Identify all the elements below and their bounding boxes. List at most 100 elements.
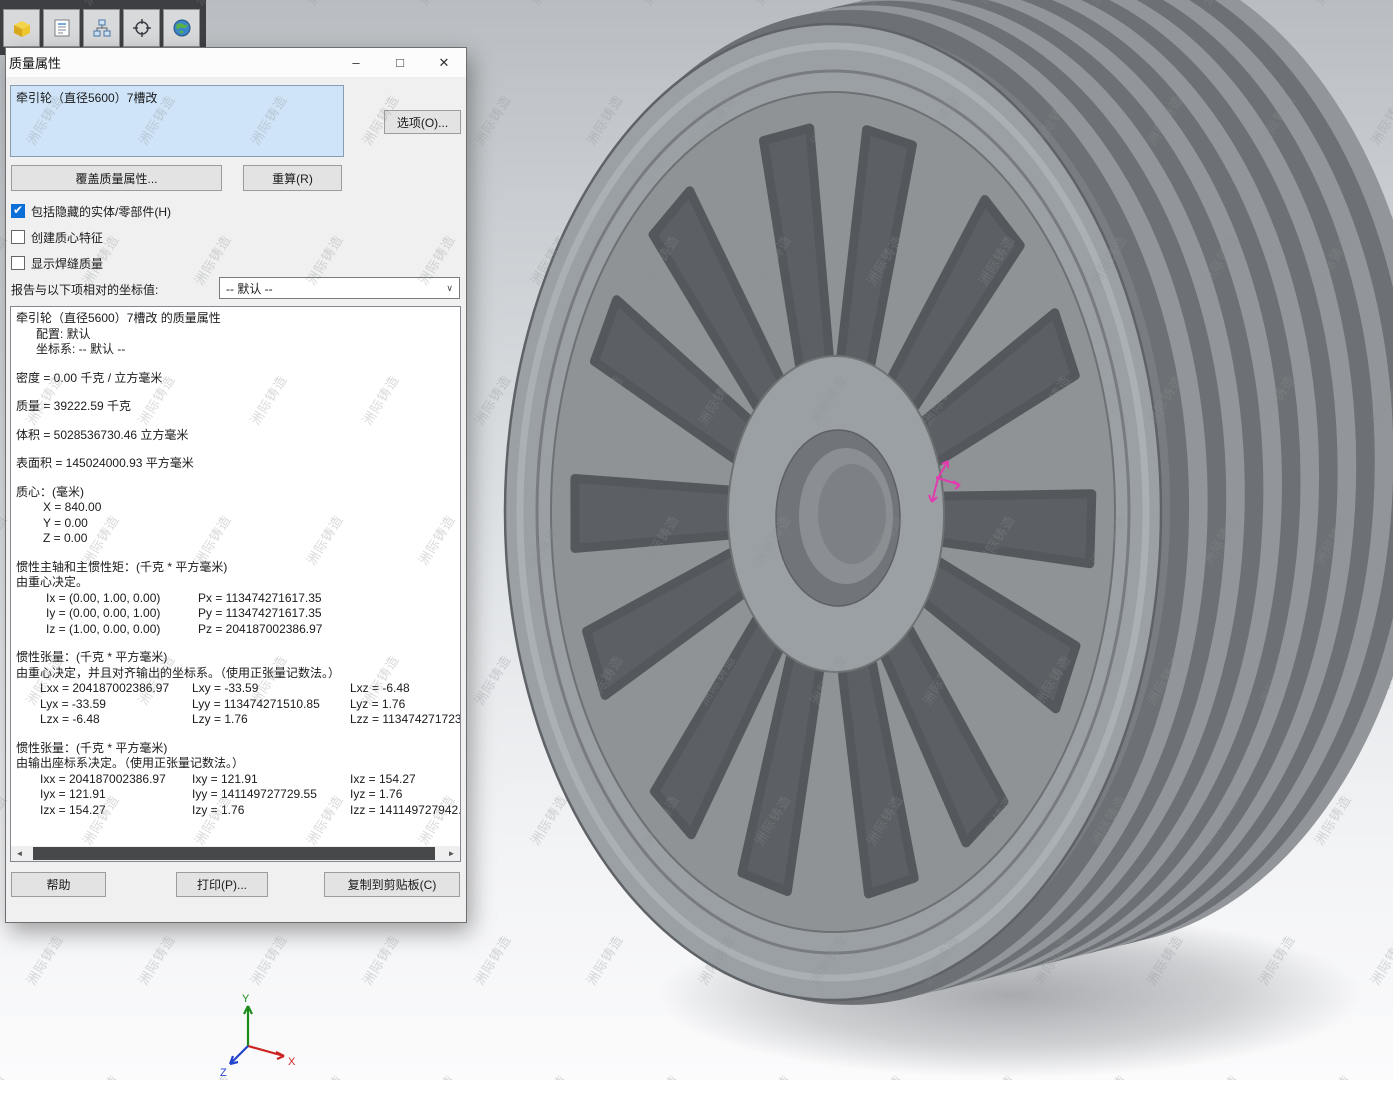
value-cell: Lxz = -6.48: [350, 681, 410, 697]
value-cell: Lzz = 113474271723.8: [350, 712, 461, 728]
horizontal-scrollbar[interactable]: ◄ ►: [11, 846, 460, 861]
checkbox-create-com-feature[interactable]: 创建质心特征: [11, 228, 103, 246]
scrollbar-thumb[interactable]: [33, 847, 435, 860]
part-name-input[interactable]: 牵引轮（直径5600）7槽改: [10, 85, 344, 157]
value-cell: Ix = (0.00, 1.00, 0.00): [46, 591, 198, 607]
value-cell: Lxx = 204187002386.97: [40, 681, 192, 697]
value-cell: Ixy = 121.91: [192, 772, 350, 788]
scroll-left-icon[interactable]: ◄: [13, 849, 26, 858]
spacer: [16, 637, 455, 650]
spacer: [16, 358, 455, 371]
close-button[interactable]: ✕: [422, 48, 466, 77]
checkbox-label: 包括隐藏的实体/零部件(H): [31, 203, 171, 220]
result-line: 由重心决定。: [16, 575, 455, 591]
value-cell: Lyy = 113474271510.85: [192, 697, 350, 713]
wheel-front-face: [505, 24, 1161, 1000]
value-cell: Py = 113474271617.35: [198, 606, 322, 622]
spacer: [16, 443, 455, 456]
result-line: 惯性主轴和主惯性矩：(千克 * 平方毫米): [16, 560, 455, 576]
help-button[interactable]: 帮助: [11, 872, 106, 897]
chevron-down-icon: ∨: [446, 283, 453, 294]
hub-bore-hole: [818, 464, 886, 564]
checkbox-icon[interactable]: [11, 204, 25, 218]
value-cell: Izy = 1.76: [192, 803, 350, 819]
result-line: Y = 0.00: [16, 516, 455, 532]
result-line: Ixx = 204187002386.97 Ixy = 121.91 Ixz =…: [16, 772, 455, 788]
copy-to-clipboard-button[interactable]: 复制到剪贴板(C): [324, 872, 460, 897]
report-coords-label: 报告与以下项相对的坐标值:: [11, 281, 158, 298]
spacer: [16, 547, 455, 560]
part-button[interactable]: [3, 9, 40, 47]
value-cell: Lyz = 1.76: [350, 697, 405, 713]
spacer: [16, 415, 455, 428]
value-cell: Iz = (1.00, 0.00, 0.00): [46, 622, 198, 638]
assembly-structure-button[interactable]: [83, 9, 120, 47]
result-line: Iy = (0.00, 0.00, 1.00) Py = 11347427161…: [16, 606, 455, 622]
checkbox-label: 显示焊缝质量: [31, 255, 103, 272]
result-line: 由重心决定，并且对齐输出的坐标系。（使用正张量记数法。）: [16, 666, 455, 682]
results-panel[interactable]: 牵引轮（直径5600）7槽改 的质量属性 配置: 默认 坐标系: -- 默认 -…: [10, 306, 461, 862]
triad-y-label: Y: [242, 993, 250, 1005]
scroll-right-icon[interactable]: ►: [445, 849, 458, 858]
coordinate-system-dropdown[interactable]: -- 默认 -- ∨: [219, 277, 460, 299]
result-line: 惯性张量：(千克 * 平方毫米): [16, 650, 455, 666]
spoke-window: [575, 479, 733, 549]
mass-properties-button[interactable]: [43, 9, 80, 47]
result-line: 质心：(毫米): [16, 485, 455, 501]
result-line: 密度 = 0.00 千克 / 立方毫米: [16, 371, 455, 387]
value-cell: Pz = 204187002386.97: [198, 622, 322, 638]
spacer: [16, 386, 455, 399]
dialog-title: 质量属性: [6, 53, 61, 72]
result-line: Iyx = 121.91 Iyy = 141149727729.55 Iyz =…: [16, 787, 455, 803]
result-line: 表面积 = 145024000.93 平方毫米: [16, 456, 455, 472]
dialog-titlebar[interactable]: 质量属性 – □ ✕: [6, 48, 466, 78]
value-cell: Izz = 141149727942.5: [350, 803, 461, 819]
spacer: [16, 472, 455, 485]
checkbox-icon[interactable]: [11, 256, 25, 270]
render-globe-icon: [171, 17, 193, 39]
value-cell: Iy = (0.00, 0.00, 1.00): [46, 606, 198, 622]
mass-properties-dialog: 质量属性 – □ ✕ 牵引轮（直径5600）7槽改 选项(O)... 覆盖质量属…: [5, 47, 467, 923]
value-cell: Izx = 154.27: [40, 803, 192, 819]
options-button[interactable]: 选项(O)...: [384, 110, 461, 134]
result-line: 由输出座标系决定。（使用正张量记数法。）: [16, 756, 455, 772]
result-line: 质量 = 39222.59 千克: [16, 399, 455, 415]
value-cell: Ixx = 204187002386.97: [40, 772, 192, 788]
result-line: Izx = 154.27 Izy = 1.76 Izz = 1411497279…: [16, 803, 455, 819]
window-controls: – □ ✕: [334, 48, 466, 77]
value-cell: Px = 113474271617.35: [198, 591, 322, 607]
section-button[interactable]: [123, 9, 160, 47]
mass-properties-icon: [51, 17, 73, 39]
checkbox-show-weld-mass[interactable]: 显示焊缝质量: [11, 254, 103, 272]
recalculate-button[interactable]: 重算(R): [243, 165, 342, 191]
value-cell: Lyx = -33.59: [40, 697, 192, 713]
result-line: 坐标系: -- 默认 --: [16, 342, 455, 358]
maximize-button[interactable]: □: [378, 48, 422, 77]
result-line: Lxx = 204187002386.97 Lxy = -33.59 Lxz =…: [16, 681, 455, 697]
result-line: Z = 0.00: [16, 531, 455, 547]
override-mass-properties-button[interactable]: 覆盖质量属性...: [11, 165, 222, 191]
value-cell: Ixz = 154.27: [350, 772, 416, 788]
spacer: [16, 728, 455, 741]
value-cell: Lxy = -33.59: [192, 681, 350, 697]
checkbox-icon[interactable]: [11, 230, 25, 244]
dropdown-value: -- 默认 --: [226, 280, 273, 297]
part-icon: [11, 17, 33, 39]
triad-x-label: X: [288, 1056, 296, 1068]
result-line: X = 840.00: [16, 500, 455, 516]
result-line: 牵引轮（直径5600）7槽改 的质量属性: [16, 311, 455, 327]
result-line: 体积 = 5028536730.46 立方毫米: [16, 428, 455, 444]
render-globe-button[interactable]: [163, 9, 200, 47]
checkbox-include-hidden[interactable]: 包括隐藏的实体/零部件(H): [11, 202, 171, 220]
value-cell: Iyz = 1.76: [350, 787, 402, 803]
view-orientation-triad: Y X Z: [200, 990, 320, 1080]
checkbox-label: 创建质心特征: [31, 229, 103, 246]
result-line: Iz = (1.00, 0.00, 0.00) Pz = 20418700238…: [16, 622, 455, 638]
print-button[interactable]: 打印(P)...: [176, 872, 268, 897]
minimize-button[interactable]: –: [334, 48, 378, 77]
result-line: 惯性张量：(千克 * 平方毫米): [16, 741, 455, 757]
result-line: Lzx = -6.48 Lzy = 1.76 Lzz = 11347427172…: [16, 712, 455, 728]
assembly-structure-icon: [91, 17, 113, 39]
section-icon: [131, 17, 153, 39]
result-line: 配置: 默认: [16, 327, 455, 343]
